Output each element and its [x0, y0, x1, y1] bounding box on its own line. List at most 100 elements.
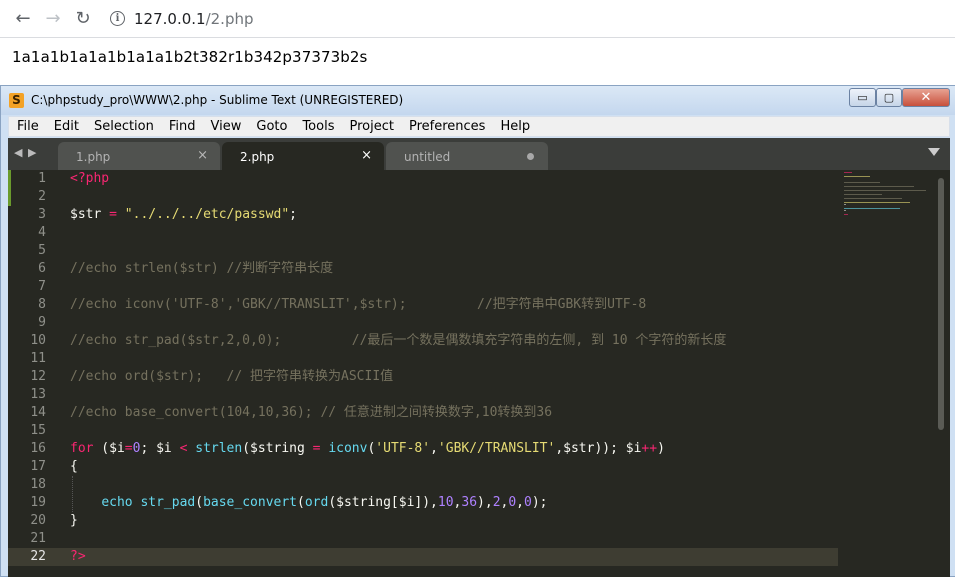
code-line-6[interactable]: //echo strlen($str) //判断字符串长度 [70, 260, 333, 278]
tab-label: 1.php [76, 150, 111, 164]
url-text[interactable]: 127.0.0.1/2.php [134, 10, 254, 28]
code-token: ($i [93, 441, 125, 456]
menu-file[interactable]: File [9, 119, 46, 134]
window-titlebar[interactable]: S C:\phpstudy_pro\WWW\2.php - Sublime Te… [1, 86, 955, 115]
minimap-line [844, 214, 848, 216]
code-line-1[interactable]: <?php [70, 170, 109, 188]
tab-close-icon[interactable]: × [361, 148, 372, 163]
code-line-22[interactable]: ?> [58, 548, 838, 566]
arrow-right-icon: → [45, 8, 61, 29]
code-line-10[interactable]: //echo str_pad($str,2,0,0); //最后一个数是偶数填充… [70, 332, 726, 350]
code-token: ,$str)); $i [555, 441, 642, 456]
code-token: "../../../etc/passwd" [124, 207, 290, 222]
code-line-17[interactable]: { [70, 458, 78, 476]
line-number: 12 [30, 369, 46, 384]
code-token: ; [289, 207, 297, 222]
menu-find[interactable]: Find [161, 119, 203, 134]
reload-button[interactable]: ↻ [68, 4, 98, 34]
close-button[interactable]: ✕ [902, 88, 950, 107]
tab-dropdown-icon[interactable] [928, 148, 940, 156]
code-token: = [312, 441, 321, 456]
line-number: 9 [38, 315, 46, 330]
code-line-12[interactable]: //echo ord($str); // 把字符串转换为ASCII值 [70, 368, 393, 386]
code-line-3[interactable]: $str = "../../../etc/passwd"; [70, 206, 297, 224]
line-number: 19 [30, 495, 46, 510]
minimap-line [844, 190, 926, 192]
code-line-8[interactable]: //echo iconv('UTF-8','GBK//TRANSLIT',$st… [70, 296, 646, 314]
window-title: C:\phpstudy_pro\WWW\2.php - Sublime Text… [31, 93, 404, 107]
code-token: $str [70, 207, 102, 222]
code-token: 36 [461, 495, 478, 510]
line-number: 20 [30, 513, 46, 528]
code-line-20[interactable]: } [70, 512, 78, 530]
menu-selection[interactable]: Selection [86, 119, 161, 134]
code-token: , [516, 495, 524, 510]
minimap-line [844, 198, 902, 200]
code-token: ), [477, 495, 493, 510]
close-icon: ✕ [920, 90, 932, 105]
menu-help[interactable]: Help [492, 119, 537, 134]
info-icon[interactable]: i [110, 11, 125, 26]
menu-preferences[interactable]: Preferences [401, 119, 492, 134]
minimap-line [844, 202, 910, 204]
unsaved-dot-icon[interactable] [527, 153, 534, 160]
address-bar[interactable]: i 127.0.0.1/2.php [110, 4, 254, 34]
minimize-button[interactable]: ▭ [849, 88, 876, 107]
menu-tools[interactable]: Tools [294, 119, 341, 134]
tab-label: untitled [404, 150, 451, 164]
minimap[interactable] [840, 170, 934, 230]
menu-project[interactable]: Project [341, 119, 400, 134]
code-line-19[interactable]: echo str_pad(base_convert(ord($string[$i… [70, 494, 547, 512]
code-line-16[interactable]: for ($i=0; $i < strlen($string = iconv('… [70, 440, 665, 458]
vertical-scrollbar[interactable] [938, 178, 944, 430]
line-number: 1 [38, 171, 46, 186]
code-line-14[interactable]: //echo base_convert(104,10,36); // 任意进制之… [70, 404, 552, 422]
minimap-line [844, 194, 882, 196]
line-number: 2 [38, 189, 46, 204]
tab-untitled[interactable]: untitled [386, 142, 548, 170]
tab-close-icon[interactable]: × [197, 148, 208, 163]
code-token: = [101, 207, 125, 222]
line-number: 5 [38, 243, 46, 258]
line-number: 18 [30, 477, 46, 492]
code-token: 10 [437, 495, 454, 510]
forward-button[interactable]: → [38, 4, 68, 34]
line-number-current: 22 [8, 548, 58, 566]
maximize-button[interactable]: ▢ [876, 88, 902, 107]
code-token: for [70, 441, 94, 456]
line-number: 10 [30, 333, 46, 348]
code-token: echo [101, 495, 133, 510]
maximize-icon: ▢ [883, 91, 895, 104]
code-editor[interactable]: 1 2 3 4 5 6 7 8 9 10 11 12 13 14 15 16 1… [8, 170, 950, 577]
tab-bar: ◀ ▶ 1.php × 2.php × untitled [8, 138, 950, 170]
back-button[interactable]: ← [8, 4, 38, 34]
line-number: 8 [38, 297, 46, 312]
minimap-line [844, 172, 852, 174]
tab-scroll-arrows-icon[interactable]: ◀ ▶ [14, 146, 37, 159]
code-token: 0 [508, 495, 517, 510]
menu-goto[interactable]: Goto [248, 119, 294, 134]
menu-view[interactable]: View [203, 119, 249, 134]
tab-1-php[interactable]: 1.php × [58, 142, 220, 170]
minimize-icon: ▭ [857, 91, 868, 104]
line-number: 7 [38, 279, 46, 294]
code-token: 'GBK//TRANSLIT' [437, 441, 556, 456]
line-number: 17 [30, 459, 46, 474]
minimap-line [844, 186, 914, 188]
code-token: ++ [641, 441, 658, 456]
code-token: base_convert [203, 495, 297, 510]
tab-2-php[interactable]: 2.php × [222, 142, 384, 170]
code-token: ( [195, 495, 204, 510]
code-token: ( [297, 495, 305, 510]
php-close-tag: ?> [70, 549, 86, 564]
menu-edit[interactable]: Edit [46, 119, 86, 134]
minimap-line [844, 204, 846, 206]
code-token: ; $i [140, 441, 180, 456]
tab-label: 2.php [240, 150, 275, 164]
code-token: = [124, 441, 133, 456]
menu-bar: File Edit Selection Find View Goto Tools… [8, 116, 950, 137]
url-host: 127.0.0.1 [134, 9, 206, 28]
code-token: ) [657, 441, 665, 456]
minimap-line [844, 210, 846, 212]
